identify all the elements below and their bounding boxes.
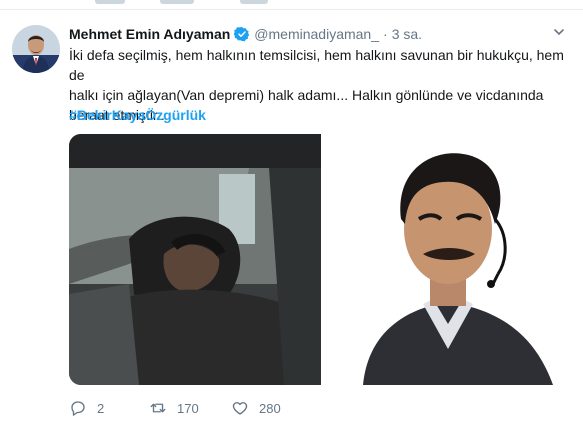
header-separator: · bbox=[383, 26, 388, 42]
retweet-icon bbox=[150, 403, 166, 413]
tweet-timestamp[interactable]: 3 sa. bbox=[392, 26, 422, 42]
photo-man-crying-in-car-image bbox=[69, 134, 321, 385]
previous-tweet-edge bbox=[0, 0, 583, 10]
reply-icon bbox=[71, 401, 85, 416]
tweet-header: Mehmet Emin Adıyaman @meminadiyaman_ · 3… bbox=[69, 24, 571, 44]
tweet-actions: 2 170 280 bbox=[69, 398, 311, 418]
previous-tweet-action-fragment bbox=[160, 0, 194, 4]
hashtag-link[interactable]: #BekirKayaÖzgürlük bbox=[69, 105, 206, 125]
media-photo-2[interactable] bbox=[323, 134, 575, 385]
media-photo-1[interactable] bbox=[69, 134, 321, 385]
retweet-button[interactable]: 170 bbox=[149, 399, 231, 417]
avatar[interactable] bbox=[12, 25, 60, 73]
like-count: 280 bbox=[259, 400, 281, 416]
author-handle[interactable]: @meminadiyaman_ bbox=[254, 26, 379, 42]
previous-tweet-action-fragment bbox=[240, 0, 268, 4]
avatar-portrait-image bbox=[12, 25, 60, 73]
tweet[interactable]: Mehmet Emin Adıyaman @meminadiyaman_ · 3… bbox=[0, 10, 583, 432]
heart-icon bbox=[232, 402, 248, 415]
reply-button[interactable]: 2 bbox=[69, 399, 149, 417]
retweet-count: 170 bbox=[177, 400, 199, 416]
previous-tweet-action-fragment bbox=[95, 0, 125, 4]
photo-man-with-headset-mic-image bbox=[323, 134, 575, 385]
verified-badge-icon bbox=[233, 26, 250, 42]
like-button[interactable]: 280 bbox=[231, 399, 311, 417]
chevron-down-icon[interactable] bbox=[551, 24, 567, 40]
reply-count: 2 bbox=[97, 400, 105, 416]
author-name[interactable]: Mehmet Emin Adıyaman bbox=[69, 26, 230, 42]
tweet-media[interactable] bbox=[69, 134, 575, 385]
